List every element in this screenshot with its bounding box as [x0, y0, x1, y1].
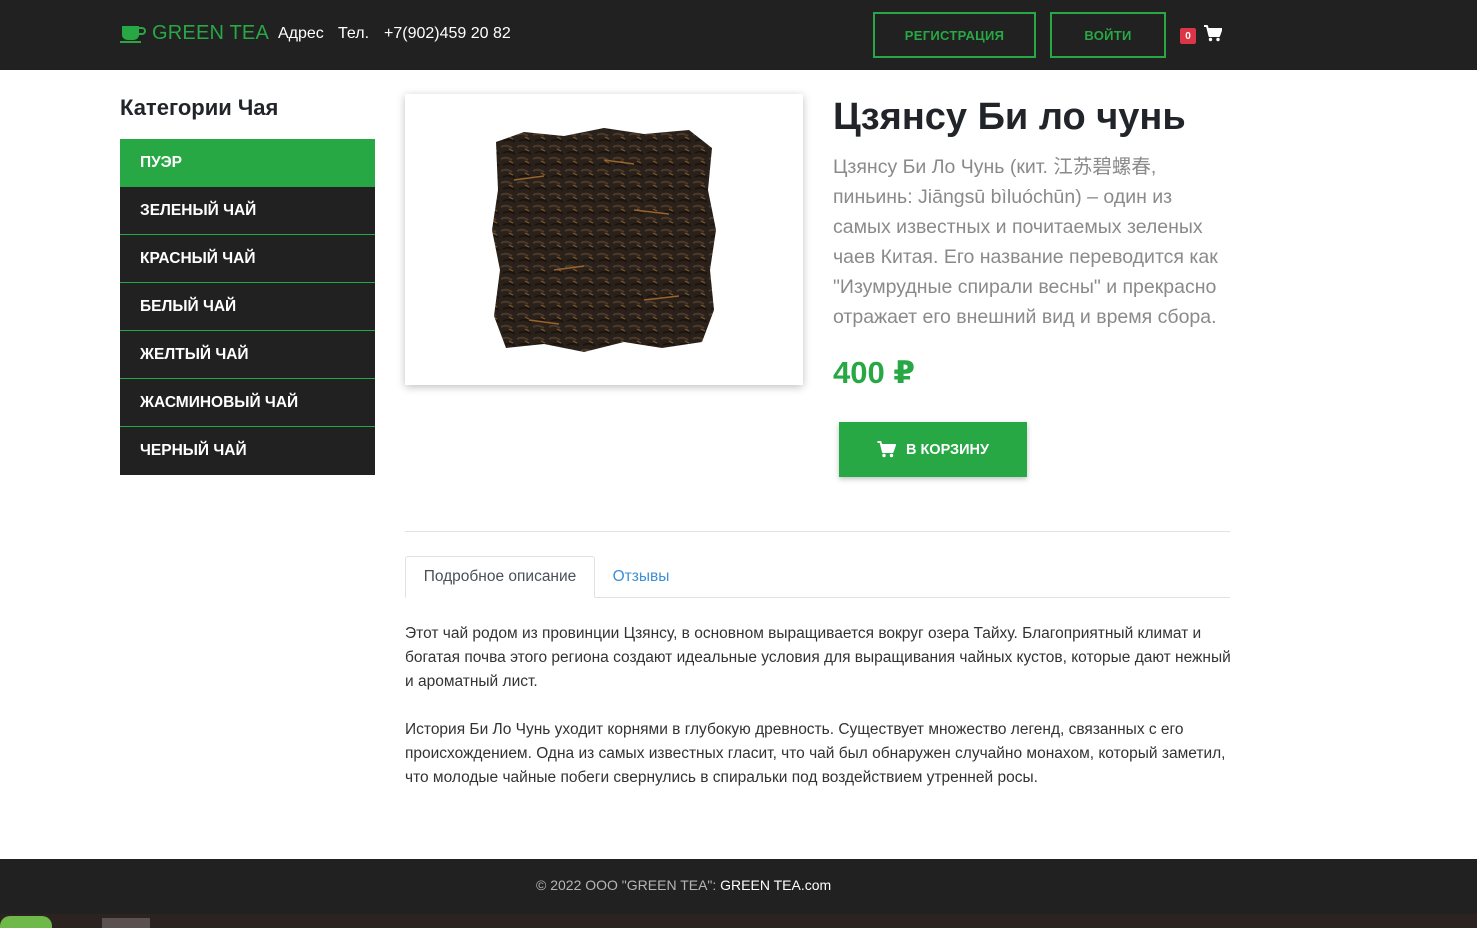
tab-reviews[interactable]: Отзывы	[595, 556, 687, 598]
product-image-card	[405, 94, 803, 385]
taskbar-app-icon	[102, 918, 150, 928]
brand-logo[interactable]: GREEN TEA	[120, 22, 269, 45]
category-item-jasmine[interactable]: ЖАСМИНОВЫЙ ЧАЙ	[120, 379, 375, 427]
address-link[interactable]: Адрес	[278, 25, 324, 43]
category-item-yellow[interactable]: ЖЕЛТЫЙ ЧАЙ	[120, 331, 375, 379]
cart-count-badge: 0	[1180, 28, 1196, 44]
add-to-cart-button[interactable]: В КОРЗИНУ	[839, 422, 1027, 477]
category-list: ПУЭР ЗЕЛЕНЫЙ ЧАЙ КРАСНЫЙ ЧАЙ БЕЛЫЙ ЧАЙ Ж…	[120, 139, 375, 475]
login-button[interactable]: ВОЙТИ	[1050, 12, 1166, 58]
cart-icon[interactable]	[1204, 25, 1222, 42]
brand-name: GREEN TEA	[152, 22, 270, 44]
product-price: 400 ₽	[833, 355, 915, 390]
footer-copyright: © 2022 ООО "GREEN TEA": GREEN TEA.com	[536, 877, 831, 893]
category-item-green[interactable]: ЗЕЛЕНЫЙ ЧАЙ	[120, 187, 375, 235]
section-divider	[405, 531, 1230, 532]
categories-title: Категории Чая	[120, 95, 279, 120]
cart-icon	[877, 441, 896, 458]
cup-icon	[120, 25, 146, 43]
footer-copyright-text: © 2022 ООО "GREEN TEA":	[536, 877, 721, 893]
tab-description[interactable]: Подробное описание	[405, 556, 595, 598]
description-paragraph-1: Этот чай родом из провинции Цзянсу, в ос…	[405, 625, 1231, 690]
phone-label: Тел.	[338, 25, 370, 42]
taskbar-app-icon	[0, 916, 52, 928]
category-item-puer[interactable]: ПУЭР	[120, 139, 375, 187]
register-button[interactable]: РЕГИСТРАЦИЯ	[873, 12, 1036, 58]
footer-site-link[interactable]: GREEN TEA.com	[720, 877, 831, 893]
product-short-description: Цзянсу Би Ло Чунь (кит. 江苏碧螺春, пиньинь: …	[833, 156, 1218, 328]
category-item-black[interactable]: ЧЕРНЫЙ ЧАЙ	[120, 427, 375, 475]
description-paragraph-2: История Би Ло Чунь уходит корнями в глуб…	[405, 721, 1226, 786]
category-item-white[interactable]: БЕЛЫЙ ЧАЙ	[120, 283, 375, 331]
tea-leaves-image	[492, 127, 716, 352]
phone-number[interactable]: +7(902)459 20 82	[384, 25, 511, 43]
category-item-red[interactable]: КРАСНЫЙ ЧАЙ	[120, 235, 375, 283]
os-taskbar-strip	[0, 914, 1477, 928]
product-title: Цзянсу Би ло чунь	[833, 96, 1186, 138]
add-to-cart-label: В КОРЗИНУ	[905, 441, 990, 458]
